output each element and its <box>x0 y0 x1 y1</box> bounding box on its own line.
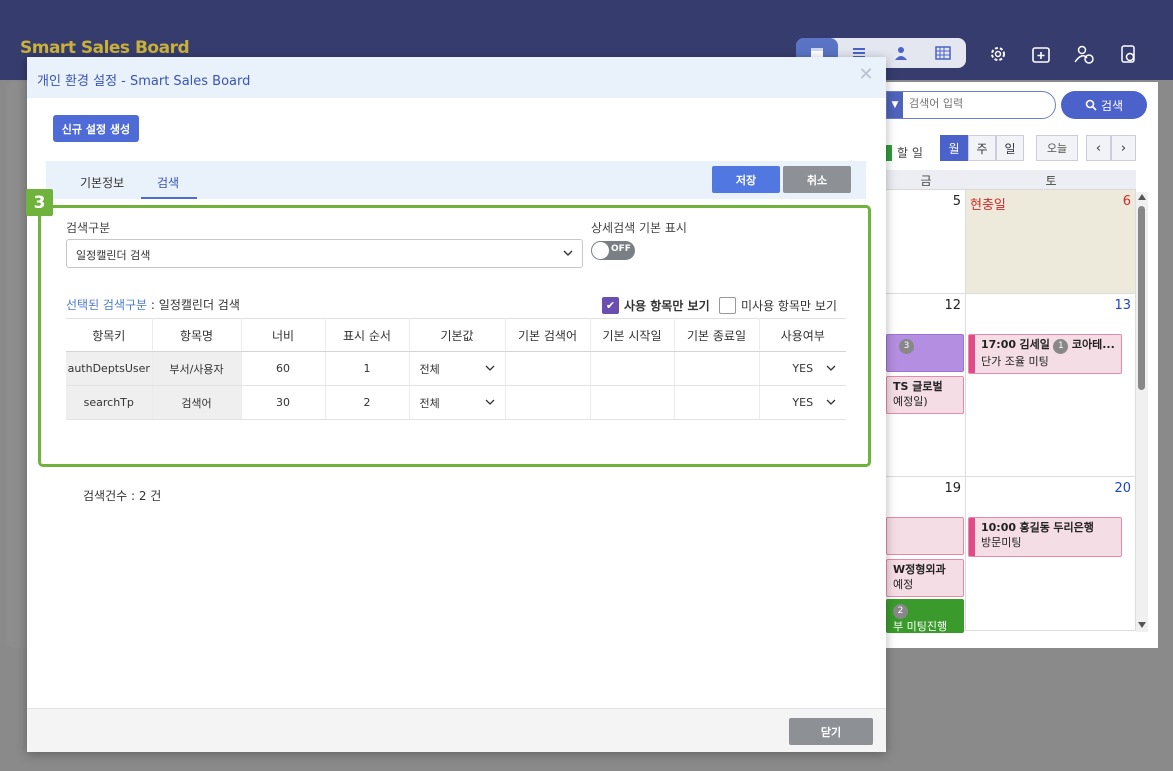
save-button[interactable]: 저장 <box>712 166 780 193</box>
event-item[interactable]: 10:00 홍길동 두리은행 방문미팅 <box>968 517 1122 557</box>
day-number: 6 <box>1122 194 1131 209</box>
event-title: 10:00 홍길동 두리은행 <box>981 521 1094 534</box>
event-desc: 방문미팅 <box>981 536 1022 549</box>
day-number: 20 <box>1114 481 1131 496</box>
calendar-scrollbar[interactable] <box>1136 192 1148 632</box>
day-header-fri: 금 <box>920 173 932 188</box>
next-month-button[interactable]: › <box>1111 135 1136 161</box>
todo-legend: 할 일 <box>886 144 923 161</box>
day-number: 12 <box>944 298 961 313</box>
day-number: 13 <box>1114 298 1131 313</box>
grid-icon <box>935 46 951 60</box>
close-button[interactable]: 닫기 <box>789 718 873 745</box>
event-desc: 단가 조율 미팅 <box>981 355 1049 368</box>
event-sub: 예정 <box>893 578 914 591</box>
search-icon <box>1085 99 1097 111</box>
background-calendar: ▼ 검색 할 일 월 주 일 오늘 ‹ › 금 토 5 현충일 6 <box>886 82 1158 648</box>
modal-title: 개인 환경 설정 - Smart Sales Board <box>37 74 251 89</box>
calendar-week: 12 3 TS 글로벌 예정일) 13 17:00 김세일 1 코아테... 단… <box>886 294 1136 477</box>
calendar-search-input[interactable] <box>909 97 1049 110</box>
day-header-sat: 토 <box>1045 173 1057 188</box>
calendar-grid: 5 현충일 6 12 3 TS 글로벌 예정일) 13 17:00 김세일 1 … <box>886 190 1136 633</box>
tab-search[interactable]: 검색 <box>157 174 179 191</box>
chevron-down-icon[interactable]: ▼ <box>887 92 903 118</box>
event-sub: 예정일) <box>893 395 928 408</box>
result-count: 검색건수 : 2 건 <box>83 489 162 503</box>
event-count-badge: 3 <box>899 339 914 354</box>
new-setting-button[interactable]: 신규 설정 생성 <box>53 115 139 142</box>
event-item[interactable] <box>886 517 964 555</box>
calendar-search-box: ▼ <box>886 91 1056 119</box>
app-title: Smart Sales Board <box>20 38 190 58</box>
person-view-button[interactable] <box>880 38 922 68</box>
calendar-cell[interactable]: 13 17:00 김세일 1 코아테... 단가 조율 미팅 <box>966 294 1136 476</box>
modal-title-bar: 개인 환경 설정 - Smart Sales Board ✕ <box>27 57 886 98</box>
month-view-button[interactable]: 월 <box>940 135 968 161</box>
event-item[interactable]: TS 글로벌 예정일) <box>886 376 964 414</box>
event-title: 2 <box>893 602 959 619</box>
prev-month-button[interactable]: ‹ <box>1086 135 1111 161</box>
calendar-week: 19 W정형외과 예정 2 부 미팅진행 20 10:00 홍길동 두리은행 방… <box>886 477 1136 633</box>
add-customer-icon[interactable] <box>1072 42 1096 66</box>
event-item[interactable]: 2 부 미팅진행 <box>886 599 964 633</box>
event-color-bar <box>969 335 975 373</box>
calendar-day-headers: 금 토 <box>886 170 1136 190</box>
todo-swatch <box>886 144 892 161</box>
calendar-cell[interactable]: 5 <box>886 190 966 293</box>
tab-bar: 기본정보 검색 저장 취소 <box>46 161 866 199</box>
add-schedule-icon[interactable] <box>1029 42 1053 66</box>
cancel-button[interactable]: 취소 <box>783 166 851 193</box>
close-icon[interactable]: ✕ <box>858 66 874 84</box>
calendar-search-button[interactable]: 검색 <box>1061 91 1147 119</box>
modal-footer: 닫기 <box>27 708 886 752</box>
person-icon <box>895 47 907 60</box>
callout-highlight <box>38 205 871 467</box>
day-number: 5 <box>952 194 961 209</box>
report-icon[interactable] <box>1116 42 1140 66</box>
day-view-button[interactable]: 일 <box>996 135 1024 161</box>
event-item[interactable]: 17:00 김세일 1 코아테... 단가 조율 미팅 <box>968 334 1122 374</box>
callout-number-badge: 3 <box>26 189 53 216</box>
scroll-thumb[interactable] <box>1138 206 1145 390</box>
calendar-nav: ‹ › <box>1086 135 1136 161</box>
tab-basic-info[interactable]: 기본정보 <box>80 174 124 191</box>
calendar-cell[interactable]: 19 W정형외과 예정 2 부 미팅진행 <box>886 477 966 633</box>
calendar-view-buttons: 월 주 일 <box>940 135 1024 161</box>
week-view-button[interactable]: 주 <box>968 135 996 161</box>
settings-modal: 개인 환경 설정 - Smart Sales Board ✕ 신규 설정 생성 … <box>26 57 886 752</box>
event-color-bar <box>969 518 975 556</box>
calendar-cell[interactable]: 20 10:00 홍길동 두리은행 방문미팅 <box>966 477 1136 630</box>
event-title: TS 글로벌 <box>893 380 943 393</box>
event-title: 17:00 김세일 1 코아테... <box>981 337 1117 354</box>
scroll-up-icon[interactable] <box>1138 194 1146 200</box>
holiday-label: 현충일 <box>970 198 1006 213</box>
event-item[interactable]: W정형외과 예정 <box>886 559 964 597</box>
event-item[interactable]: 3 <box>886 334 964 372</box>
settings-icon[interactable] <box>986 42 1010 66</box>
scroll-down-icon[interactable] <box>1138 622 1146 628</box>
grid-view-button[interactable] <box>922 38 964 68</box>
calendar-cell[interactable]: 현충일 6 <box>966 190 1136 293</box>
todo-legend-label: 할 일 <box>897 146 923 160</box>
day-number: 19 <box>944 481 961 496</box>
calendar-week: 5 현충일 6 <box>886 190 1136 294</box>
calendar-cell[interactable]: 12 3 TS 글로벌 예정일) <box>886 294 966 476</box>
calendar-search-label: 검색 <box>1100 98 1124 113</box>
today-button[interactable]: 오늘 <box>1036 135 1078 161</box>
event-sub: 부 미팅진행 <box>893 620 948 633</box>
event-title: W정형외과 <box>893 563 946 576</box>
